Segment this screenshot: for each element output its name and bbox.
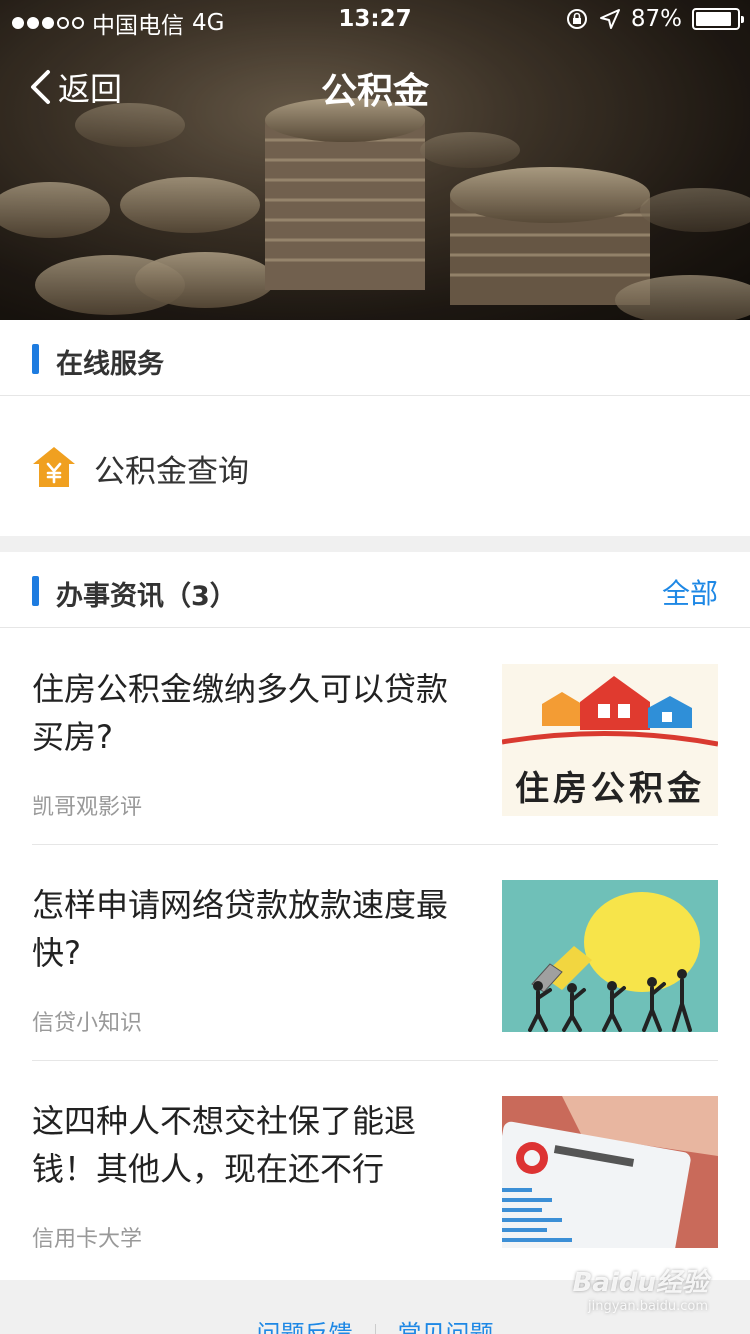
section-accent-bar xyxy=(32,576,39,606)
online-service-section: 在线服务 公积金查询 xyxy=(0,320,750,536)
baidu-jingyan-watermark: Baidu经验 jingyan.baidu.com xyxy=(572,1268,708,1314)
news-source: 信用卡大学 xyxy=(32,1227,143,1252)
news-thumbnail-social-security-card xyxy=(502,1096,718,1248)
status-bar: 中国电信 4G 13:27 87% xyxy=(0,0,750,40)
battery-icon xyxy=(692,8,744,30)
section-title: 在线服务 xyxy=(56,349,164,380)
news-item[interactable]: 怎样申请网络贷款放款速度最快? 信贷小知识 xyxy=(32,845,718,1061)
feedback-link[interactable]: 问题反馈 xyxy=(235,1320,375,1334)
rotation-lock-icon xyxy=(566,9,587,29)
faq-link[interactable]: 常见问题 xyxy=(376,1320,516,1334)
service-item-housing-fund-query[interactable]: 公积金查询 xyxy=(0,396,750,536)
news-thumbnail-housing-fund: 住房公积金 xyxy=(502,664,718,816)
news-section: 办事资讯（3） 全部 住房公积金缴纳多久可以贷款买房? 凯哥观影评 住房公积金 … xyxy=(0,552,750,1280)
news-title: 怎样申请网络贷款放款速度最快? xyxy=(32,886,449,972)
section-accent-bar xyxy=(32,344,39,374)
news-source: 凯哥观影评 xyxy=(32,795,143,820)
location-arrow-icon xyxy=(599,9,620,29)
header-banner: 中国电信 4G 13:27 87% 返回 公积金 xyxy=(0,0,750,320)
yuan-house-icon xyxy=(33,447,75,487)
news-thumbnail-lightbulb xyxy=(502,880,718,1032)
view-all-link[interactable]: 全部 xyxy=(662,572,718,612)
news-title: 住房公积金缴纳多久可以贷款买房? xyxy=(32,670,449,756)
battery-percent: 87% xyxy=(630,6,682,32)
section-title: 办事资讯（3） xyxy=(56,581,237,612)
news-item[interactable]: 住房公积金缴纳多久可以贷款买房? 凯哥观影评 住房公积金 xyxy=(32,629,718,845)
thumbnail-text: 住房公积金 xyxy=(515,769,705,809)
service-label: 公积金查询 xyxy=(94,454,249,490)
coins-background-image xyxy=(0,0,750,320)
page-title: 公积金 xyxy=(320,71,429,112)
section-header: 办事资讯（3） 全部 xyxy=(0,552,750,628)
news-title: 这四种人不想交社保了能退钱！其他人，现在还不行 xyxy=(32,1102,417,1188)
news-item[interactable]: 这四种人不想交社保了能退钱！其他人，现在还不行 信用卡大学 xyxy=(32,1061,718,1277)
news-source: 信贷小知识 xyxy=(32,1011,143,1036)
section-header: 在线服务 xyxy=(0,320,750,396)
navigation-bar: 返回 公积金 xyxy=(0,50,750,120)
